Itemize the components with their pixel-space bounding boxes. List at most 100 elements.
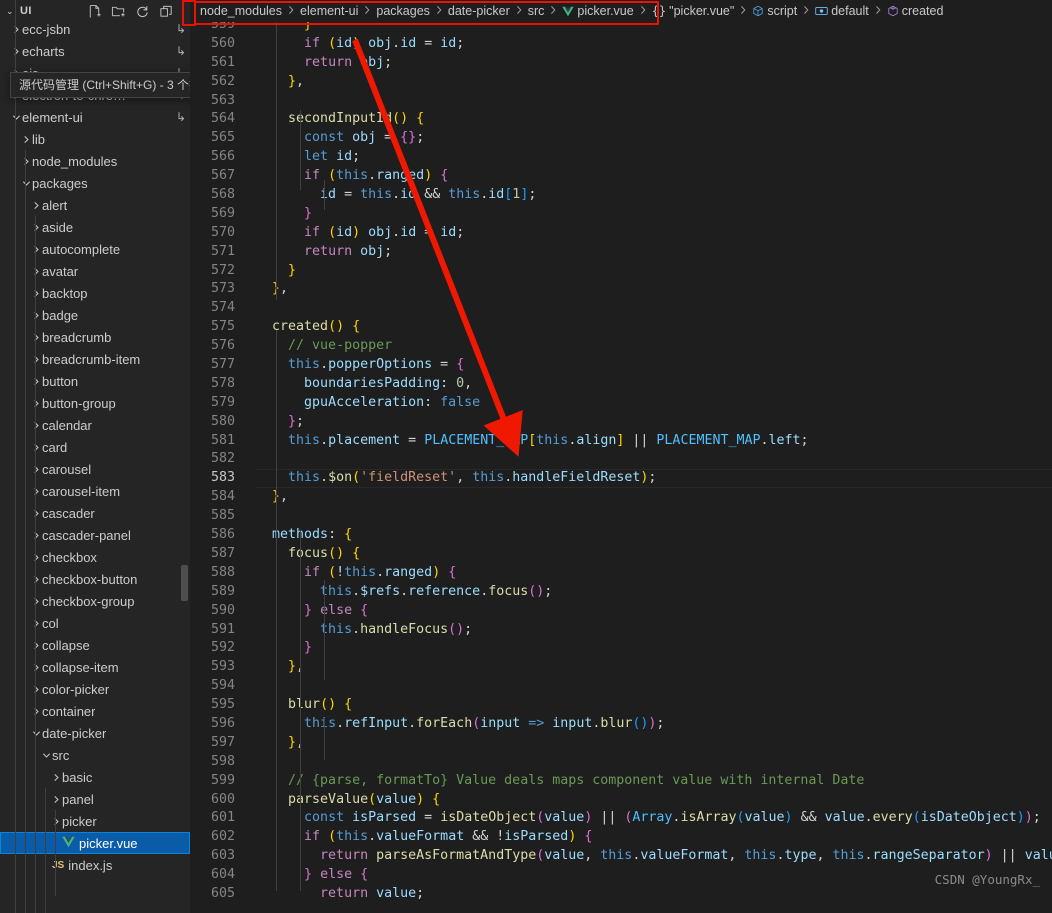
chevron-right-icon[interactable] xyxy=(30,355,42,364)
file-tree-item[interactable]: echarts ↳ xyxy=(0,40,190,62)
file-tree-item[interactable]: basic xyxy=(0,766,190,788)
chevron-right-icon[interactable] xyxy=(50,817,62,826)
chevron-right-icon[interactable] xyxy=(30,553,42,562)
code-line[interactable]: 597 }, xyxy=(190,734,1052,753)
chevron-right-icon[interactable] xyxy=(30,487,42,496)
code-line[interactable]: 603 return parseAsFormatAndType(value, t… xyxy=(190,847,1052,866)
file-tree-item[interactable]: cascader-panel xyxy=(0,524,190,546)
code-line[interactable]: 595 blur() { xyxy=(190,696,1052,715)
breadcrumb-item[interactable]: date-picker xyxy=(448,4,510,18)
file-tree-item[interactable]: panel xyxy=(0,788,190,810)
code-line[interactable]: 577 this.popperOptions = { xyxy=(190,356,1052,375)
file-tree-item[interactable]: checkbox-group xyxy=(0,590,190,612)
code-line[interactable]: 566 let id; xyxy=(190,148,1052,167)
code-line[interactable]: 580 }; xyxy=(190,413,1052,432)
breadcrumb-item[interactable]: created xyxy=(887,4,943,18)
code-line[interactable]: 602 if (this.valueFormat && !isParsed) { xyxy=(190,828,1052,847)
code-line[interactable]: 581 this.placement = PLACEMENT_MAP[this.… xyxy=(190,432,1052,451)
file-tree-item-selected[interactable]: picker.vue xyxy=(0,832,190,854)
file-tree-item[interactable]: avatar xyxy=(0,260,190,282)
chevron-right-icon[interactable] xyxy=(20,157,32,166)
code-line[interactable]: 579 gpuAcceleration: false xyxy=(190,394,1052,413)
breadcrumb-item[interactable]: node_modules xyxy=(200,4,282,18)
chevron-right-icon[interactable] xyxy=(20,135,32,144)
collapse-all-icon[interactable] xyxy=(159,4,174,19)
code-line[interactable]: 569 } xyxy=(190,205,1052,224)
chevron-down-icon[interactable] xyxy=(40,751,52,760)
file-tree-item[interactable]: container xyxy=(0,700,190,722)
new-folder-icon[interactable] xyxy=(111,4,126,19)
file-tree-item[interactable]: breadcrumb-item xyxy=(0,348,190,370)
file-tree-item[interactable]: JS index.js xyxy=(0,854,190,876)
code-line-current[interactable]: 583 this.$on('fieldReset', this.handleFi… xyxy=(190,469,1052,489)
code-line[interactable]: 584 }, xyxy=(190,488,1052,507)
file-tree-item[interactable]: element-ui ↳ xyxy=(0,106,190,128)
chevron-right-icon[interactable] xyxy=(30,641,42,650)
chevron-down-icon[interactable] xyxy=(20,179,32,188)
code-line[interactable]: 574 xyxy=(190,299,1052,318)
file-tree-item[interactable]: button xyxy=(0,370,190,392)
code-line[interactable]: 592 } xyxy=(190,639,1052,658)
chevron-right-icon[interactable] xyxy=(30,465,42,474)
breadcrumb[interactable]: node_modules element-ui packages date-picke… xyxy=(190,0,1052,22)
code-line[interactable]: 598 xyxy=(190,753,1052,772)
file-tree-item[interactable]: packages xyxy=(0,172,190,194)
chevron-down-icon[interactable] xyxy=(10,113,22,122)
chevron-right-icon[interactable] xyxy=(30,421,42,430)
breadcrumb-item[interactable]: src xyxy=(528,4,545,18)
code-line[interactable]: 563 xyxy=(190,92,1052,111)
file-tree-item[interactable]: node_modules xyxy=(0,150,190,172)
chevron-down-icon[interactable]: ⌄ xyxy=(6,6,18,17)
file-tree-item[interactable]: checkbox xyxy=(0,546,190,568)
file-tree-item[interactable]: col xyxy=(0,612,190,634)
code-line[interactable]: 567 if (this.ranged) { xyxy=(190,167,1052,186)
chevron-right-icon[interactable] xyxy=(30,663,42,672)
chevron-right-icon[interactable] xyxy=(10,25,22,34)
code-line[interactable]: 576 // vue-popper xyxy=(190,337,1052,356)
code-line[interactable]: 599 // {parse, formatTo} Value deals map… xyxy=(190,772,1052,791)
chevron-right-icon[interactable] xyxy=(30,619,42,628)
file-tree-item[interactable]: cascader xyxy=(0,502,190,524)
file-tree-item[interactable]: date-picker xyxy=(0,722,190,744)
code-line[interactable]: 586 methods: { xyxy=(190,526,1052,545)
code-line[interactable]: 562 }, xyxy=(190,73,1052,92)
file-tree[interactable]: ecc-jsbn↳echarts↳ejs↳electron-to-chro…↳e… xyxy=(0,18,190,913)
chevron-right-icon[interactable] xyxy=(30,267,42,276)
chevron-right-icon[interactable] xyxy=(30,333,42,342)
code-line[interactable]: 594 xyxy=(190,677,1052,696)
chevron-right-icon[interactable] xyxy=(30,201,42,210)
code-line[interactable]: 565 const obj = {}; xyxy=(190,129,1052,148)
chevron-right-icon[interactable] xyxy=(30,443,42,452)
chevron-right-icon[interactable] xyxy=(30,311,42,320)
chevron-right-icon[interactable] xyxy=(30,377,42,386)
file-tree-item[interactable]: color-picker xyxy=(0,678,190,700)
file-tree-item[interactable]: collapse-item xyxy=(0,656,190,678)
file-tree-item[interactable]: carousel xyxy=(0,458,190,480)
chevron-right-icon[interactable] xyxy=(30,399,42,408)
chevron-right-icon[interactable] xyxy=(30,575,42,584)
code-line[interactable]: 560 if (id) obj.id = id; xyxy=(190,35,1052,54)
code-line[interactable]: 596 this.refInput.forEach(input => input… xyxy=(190,715,1052,734)
breadcrumb-item[interactable]: default xyxy=(815,4,869,18)
breadcrumb-item[interactable]: packages xyxy=(376,4,430,18)
code-line[interactable]: 582 xyxy=(190,450,1052,469)
chevron-right-icon[interactable] xyxy=(30,509,42,518)
file-tree-item[interactable]: alert xyxy=(0,194,190,216)
code-line[interactable]: 591 this.handleFocus(); xyxy=(190,621,1052,640)
code-line[interactable]: 564 secondInputId() { xyxy=(190,110,1052,129)
breadcrumb-item[interactable]: script xyxy=(752,4,797,18)
code-line[interactable]: 587 focus() { xyxy=(190,545,1052,564)
chevron-right-icon[interactable] xyxy=(30,685,42,694)
code-content[interactable]: 559 } 560 if (id) obj.id = id; 561 return … xyxy=(190,16,1052,913)
breadcrumb-item[interactable]: element-ui xyxy=(300,4,358,18)
chevron-right-icon[interactable] xyxy=(30,531,42,540)
code-line[interactable]: 589 this.$refs.reference.focus(); xyxy=(190,583,1052,602)
chevron-right-icon[interactable] xyxy=(30,289,42,298)
code-line[interactable]: 600 parseValue(value) { xyxy=(190,791,1052,810)
code-line[interactable]: 571 return obj; xyxy=(190,243,1052,262)
code-line[interactable]: 568 id = this.id && this.id[1]; xyxy=(190,186,1052,205)
code-line[interactable]: 604 } else { xyxy=(190,866,1052,885)
file-tree-item[interactable]: lib xyxy=(0,128,190,150)
chevron-down-icon[interactable] xyxy=(30,729,42,738)
code-line[interactable]: 588 if (!this.ranged) { xyxy=(190,564,1052,583)
